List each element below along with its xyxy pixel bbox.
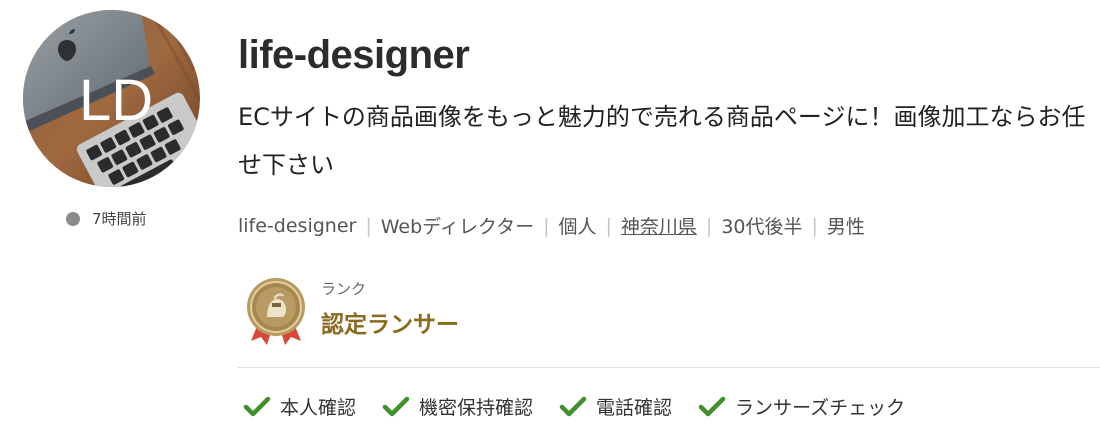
- verification-badges: 本人確認 機密保持確認 電話確認 ランサーズチェック: [243, 393, 931, 420]
- profile-meta: life-designer | Webディレクター | 個人 | 神奈川県 | …: [238, 212, 865, 239]
- verification-label: 電話確認: [596, 397, 673, 419]
- check-icon: [243, 396, 271, 416]
- meta-separator: |: [605, 214, 612, 237]
- verification-label: 本人確認: [280, 397, 357, 419]
- check-icon: [559, 396, 587, 416]
- check-icon: [698, 396, 726, 416]
- meta-username: life-designer: [238, 214, 357, 237]
- verification-lancers-check: ランサーズチェック: [698, 393, 905, 420]
- meta-age: 30代後半: [721, 216, 803, 238]
- meta-separator: |: [811, 214, 818, 237]
- rank-label: ランク: [321, 280, 367, 298]
- meta-location-link[interactable]: 神奈川県: [621, 212, 697, 239]
- meta-type: 個人: [558, 216, 597, 238]
- meta-separator: |: [543, 214, 550, 237]
- check-icon: [382, 396, 410, 416]
- status-dot-icon: [66, 211, 80, 226]
- verification-label: ランサーズチェック: [735, 397, 906, 419]
- meta-occupation: Webディレクター: [380, 216, 535, 238]
- meta-separator: |: [705, 214, 713, 237]
- verification-identity: 本人確認: [243, 393, 356, 420]
- verification-phone: 電話確認: [559, 393, 672, 420]
- verification-nda: 機密保持確認: [382, 393, 533, 420]
- last-active-text: 7時間前: [92, 210, 147, 228]
- rank-value: 認定ランサー: [321, 312, 459, 338]
- profile-catchphrase: ECサイトの商品画像をもっと魅力的で売れる商品ページに！画像加工ならお任せ下さい: [238, 103, 1086, 179]
- meta-gender: 男性: [826, 216, 865, 238]
- profile-name: life-designer: [238, 33, 470, 77]
- avatar[interactable]: LD: [23, 10, 200, 187]
- last-active-status: 7時間前: [66, 208, 147, 229]
- divider: [238, 367, 1100, 368]
- meta-separator: |: [365, 214, 372, 237]
- avatar-logo-text: LD: [79, 68, 153, 133]
- verification-label: 機密保持確認: [419, 397, 534, 419]
- rank-medal-icon: [245, 277, 307, 349]
- avatar-image: LD: [23, 10, 200, 187]
